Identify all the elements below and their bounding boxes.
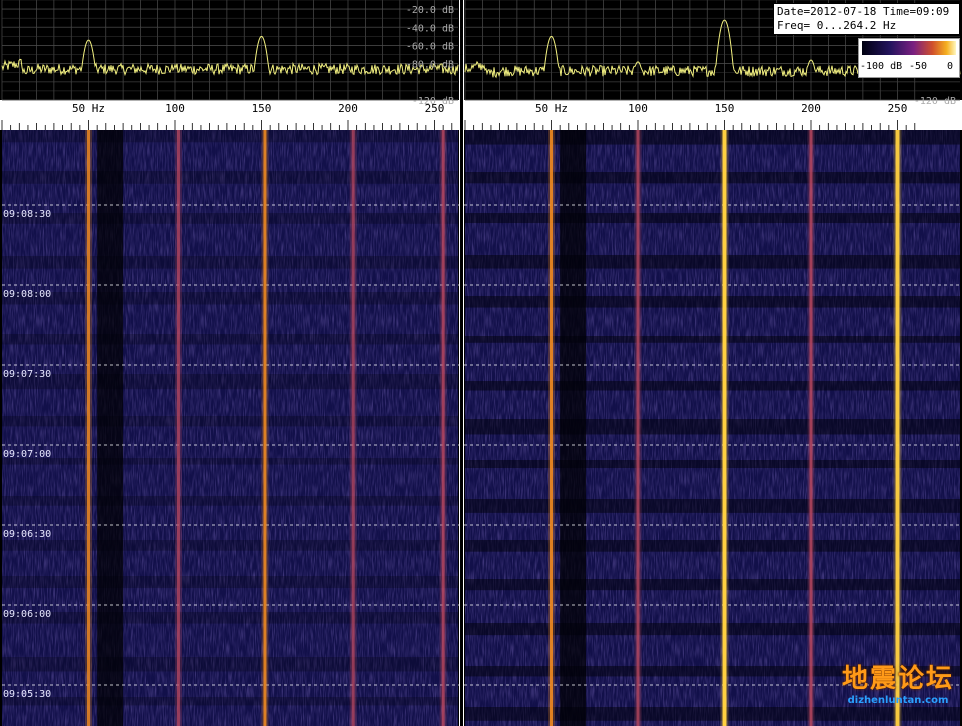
- spectrogram-time-band: [2, 416, 458, 427]
- spectrogram-time-band: [465, 707, 960, 721]
- spectrogram-time-band: [465, 540, 960, 552]
- spectrum-background-left: [2, 0, 458, 100]
- info-box: Date=2012-07-18 Time=09:09 Freq= 0...264…: [773, 3, 960, 35]
- frequency-tick-label: 250: [888, 102, 908, 115]
- spectrogram-time-band: [465, 296, 960, 308]
- spectrogram-time-band: [465, 460, 960, 469]
- spectrogram-time-band: [465, 336, 960, 343]
- spectrogram-time-band: [465, 499, 960, 513]
- frequency-tick-label: 150: [252, 102, 272, 115]
- spectral-line: [351, 130, 355, 726]
- spectral-line: [263, 130, 267, 726]
- spectrogram-time-band: [465, 579, 960, 591]
- colorbar-label-min: -100 dB: [860, 61, 903, 72]
- spectrogram-time-band: [2, 334, 458, 345]
- spectrogram-time-band: [465, 213, 960, 224]
- spectrogram-time-band: [2, 540, 458, 551]
- spectrogram-time-band: [2, 171, 458, 184]
- frequency-tick-label: 100: [628, 102, 648, 115]
- spectral-line: [809, 130, 813, 726]
- spectrogram-time-band: [2, 213, 458, 224]
- frequency-tick-label: 150: [715, 102, 735, 115]
- spectral-line: [722, 130, 727, 726]
- spectral-line: [176, 130, 180, 726]
- spectrogram-time-band: [2, 130, 458, 143]
- panel-divider-core: [460, 0, 463, 726]
- frequency-tick-label: 200: [338, 102, 358, 115]
- colorbar-gradient: [862, 41, 956, 55]
- spectrum-y-tick-label: -20.0 dB: [406, 5, 454, 16]
- time-tick-label: 09:08:30: [3, 209, 51, 220]
- spectral-line: [895, 130, 900, 726]
- frequency-tick-label: 250: [425, 102, 445, 115]
- spectrum-y-tick-label: -120 dB: [914, 96, 956, 107]
- spectral-line: [550, 130, 553, 726]
- spectrogram-time-band: [2, 374, 458, 390]
- colorbar-label-max: 0: [947, 61, 954, 72]
- spectrogram-time-band: [2, 576, 458, 589]
- frequency-tick-label: 100: [165, 102, 185, 115]
- spectrum-y-tick-label: -80.0 dB: [406, 60, 454, 71]
- spectrogram-time-band: [465, 130, 960, 145]
- spectrogram-time-band: [2, 458, 458, 465]
- spectrum-y-tick-label: -60.0 dB: [406, 41, 454, 52]
- spectrogram-time-band: [2, 496, 458, 506]
- spectrogram-figure: -20.0 dB -40.0 dB -60.0 dB -80.0 dB -120 dB 5…: [0, 0, 962, 726]
- spectrogram-time-band: [465, 172, 960, 184]
- frequency-tick-label: 50 Hz: [72, 102, 105, 115]
- spectrogram-time-band: [465, 623, 960, 636]
- spectrogram-time-band: [2, 256, 458, 269]
- date-time-text: Date=2012-07-18 Time=09:09: [777, 5, 950, 18]
- time-tick-label: 09:07:00: [3, 449, 51, 460]
- spectrogram-time-band: [465, 666, 960, 677]
- spectral-line: [441, 130, 445, 726]
- time-tick-label: 09:08:00: [3, 289, 51, 300]
- spectrogram-time-band: [2, 292, 458, 305]
- spectrogram-screen: -20.0 dB -40.0 dB -60.0 dB -80.0 dB -120 dB 5…: [0, 0, 962, 726]
- colorbar-label-mid: -50: [909, 61, 928, 72]
- spectrum-y-tick-label: -40.0 dB: [406, 23, 454, 34]
- time-tick-label: 09:06:00: [3, 609, 51, 620]
- spectrogram-time-band: [465, 419, 960, 435]
- spectral-line: [636, 130, 640, 726]
- spectrogram-time-band: [465, 381, 960, 391]
- time-tick-label: 09:07:30: [3, 369, 51, 380]
- colorbar-legend: -100 dB -50 0: [858, 38, 960, 78]
- frequency-tick-label: 50 Hz: [535, 102, 568, 115]
- spectrogram-time-band: [2, 612, 458, 624]
- spectrogram-time-band: [465, 255, 960, 269]
- spectrogram-time-band: [2, 697, 458, 706]
- time-tick-label: 09:06:30: [3, 529, 51, 540]
- spectral-line: [87, 130, 90, 726]
- frequency-tick-label: 200: [801, 102, 821, 115]
- spectrogram-time-band: [2, 657, 458, 672]
- time-tick-label: 09:05:30: [3, 689, 51, 700]
- frequency-range-text: Freq= 0...264.2 Hz: [777, 19, 897, 32]
